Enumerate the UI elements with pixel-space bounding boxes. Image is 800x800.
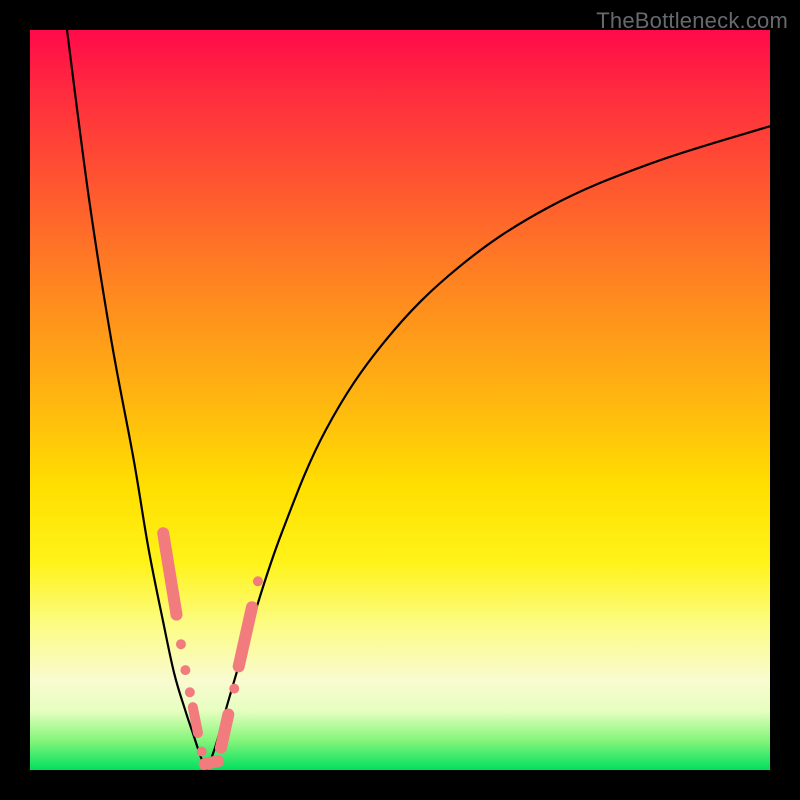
watermark-label: TheBottleneck.com (596, 8, 788, 34)
plot-background (30, 30, 770, 770)
marker-capsule-7 (221, 715, 228, 748)
curve-layer (67, 30, 770, 770)
marker-capsule-6 (205, 761, 218, 764)
marker-capsule-0 (163, 533, 176, 614)
marker-dot-3 (185, 687, 195, 697)
bottleneck-chart: TheBottleneck.com (0, 0, 800, 800)
curve-left-branch (67, 30, 206, 770)
plot-svg (30, 30, 770, 770)
marker-dot-2 (180, 665, 190, 675)
marker-dot-10 (253, 576, 263, 586)
marker-dot-1 (176, 639, 186, 649)
curve-right-branch (206, 126, 770, 770)
marker-dot-8 (229, 684, 239, 694)
marker-dot-5 (197, 747, 207, 757)
marker-capsule-4 (193, 707, 198, 733)
marker-capsule-9 (239, 607, 252, 666)
marker-layer (163, 533, 263, 764)
